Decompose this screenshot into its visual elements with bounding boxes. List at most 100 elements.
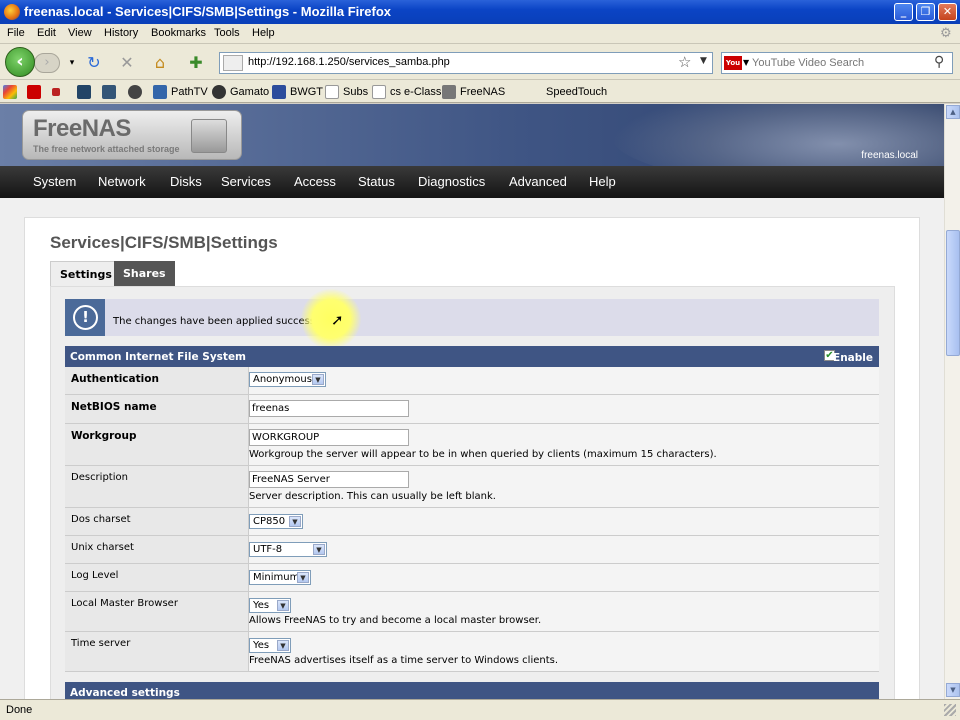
log-level-select[interactable]: Minimum ▼: [249, 570, 311, 585]
maximize-button[interactable]: ❐: [916, 3, 935, 21]
menu-tools[interactable]: Tools: [214, 27, 240, 39]
page-title: Services|CIFS/SMB|Settings: [50, 233, 278, 252]
search-box[interactable]: You ▼ ⚲: [721, 52, 953, 74]
forward-button[interactable]: ›: [34, 53, 60, 73]
navigation-toolbar: › ‹ ▾ ↻ ✕ ⌂ ✚ http://192.168.1.250/servi…: [0, 44, 960, 80]
row-description: Description FreeNAS Server Server descri…: [65, 466, 879, 508]
bookmark-cs-eclass[interactable]: cs e-Class: [372, 84, 441, 100]
new-tab-icon[interactable]: ✚: [186, 53, 206, 73]
main-nav: System Network Disks Services Access Sta…: [0, 166, 944, 198]
netbios-label: NetBIOS name: [65, 395, 249, 423]
page-icon: [372, 85, 386, 100]
speedtouch-icon: [536, 85, 542, 99]
close-button[interactable]: ✕: [938, 3, 957, 21]
freenas-icon: [442, 85, 456, 100]
time-server-select[interactable]: Yes ▼: [249, 638, 291, 653]
bookmark-icon-5[interactable]: [102, 84, 120, 100]
site-header: FreeNAS The free network attached storag…: [0, 104, 944, 184]
scroll-down-icon[interactable]: ▼: [946, 683, 960, 697]
authentication-select[interactable]: Anonymous ▼: [249, 372, 326, 387]
workgroup-hint: Workgroup the server will appear to be i…: [249, 449, 717, 460]
time-server-hint: FreeNAS advertises itself as a time serv…: [249, 655, 559, 666]
search-engine-dropdown-icon[interactable]: ▼: [743, 58, 749, 67]
unix-charset-value: UTF-8: [253, 544, 283, 555]
youtube-icon[interactable]: You: [724, 56, 742, 70]
info-box: ! The changes have been applied successf…: [65, 289, 879, 349]
bookmark-icon-4[interactable]: [77, 84, 95, 100]
bookmark-bwgt[interactable]: BWGT: [272, 84, 323, 100]
nav-help[interactable]: Help: [589, 174, 616, 189]
history-dropdown-icon[interactable]: ▾: [62, 53, 82, 73]
back-button[interactable]: ‹: [5, 47, 35, 77]
throbber-icon: ⚙: [940, 25, 952, 40]
description-input[interactable]: FreeNAS Server: [249, 471, 409, 488]
nav-network[interactable]: Network: [98, 174, 146, 189]
freenas-logo[interactable]: FreeNAS The free network attached storag…: [22, 110, 242, 160]
dos-charset-label: Dos charset: [65, 508, 249, 535]
search-icon[interactable]: ⚲: [934, 54, 944, 70]
bookmark-star-icon[interactable]: ☆: [678, 53, 691, 71]
nav-diagnostics[interactable]: Diagnostics: [418, 174, 485, 189]
local-master-select[interactable]: Yes ▼: [249, 598, 291, 613]
search-input[interactable]: [752, 55, 932, 71]
menu-edit[interactable]: Edit: [37, 27, 56, 39]
menu-help[interactable]: Help: [252, 27, 275, 39]
nav-access[interactable]: Access: [294, 174, 336, 189]
resize-grip-icon[interactable]: [944, 704, 956, 716]
row-workgroup: Workgroup WORKGROUP Workgroup the server…: [65, 424, 879, 466]
server-icon: [191, 119, 227, 153]
row-authentication: Authentication Anonymous ▼: [65, 367, 879, 395]
menu-file[interactable]: File: [7, 27, 25, 39]
menu-bar: File Edit View History Bookmarks Tools H…: [0, 24, 960, 44]
site-icon: [223, 55, 243, 71]
bookmark-speedtouch[interactable]: SpeedTouch: [536, 84, 607, 100]
tab-shares[interactable]: Shares: [114, 261, 175, 286]
scrollbar-thumb[interactable]: [946, 230, 960, 356]
nav-disks[interactable]: Disks: [170, 174, 202, 189]
tab-settings[interactable]: Settings: [50, 261, 122, 286]
bookmark-pathtv[interactable]: PathTV: [153, 84, 208, 100]
nav-status[interactable]: Status: [358, 174, 395, 189]
info-icon: !: [65, 299, 105, 336]
bookmark-subs[interactable]: Subs: [325, 84, 368, 100]
scroll-up-icon[interactable]: ▲: [946, 105, 960, 119]
row-netbios: NetBIOS name freenas: [65, 395, 879, 424]
log-level-label: Log Level: [65, 564, 249, 591]
nav-system[interactable]: System: [33, 174, 76, 189]
address-bar[interactable]: http://192.168.1.250/services_samba.php …: [219, 52, 713, 74]
status-bar: Done: [0, 699, 960, 720]
workgroup-input[interactable]: WORKGROUP: [249, 429, 409, 446]
dos-charset-select[interactable]: CP850 ▼: [249, 514, 303, 529]
reload-icon[interactable]: ↻: [84, 53, 104, 73]
firefox-icon: [4, 4, 20, 20]
minimize-button[interactable]: _: [894, 3, 913, 21]
menu-history[interactable]: History: [104, 27, 138, 39]
section-title: Common Internet File System: [70, 351, 247, 363]
local-master-label: Local Master Browser: [65, 592, 249, 631]
bookmark-freenas[interactable]: FreeNAS: [442, 84, 505, 100]
menu-bookmarks[interactable]: Bookmarks: [151, 27, 206, 39]
chevron-down-icon: ▼: [312, 374, 324, 385]
advanced-settings-header: Advanced settings: [65, 682, 879, 699]
row-time-server: Time server Yes ▼ FreeNAS advertises its…: [65, 632, 879, 672]
settings-form: ! The changes have been applied successf…: [50, 286, 895, 699]
local-master-hint: Allows FreeNAS to try and become a local…: [249, 615, 542, 626]
stop-icon[interactable]: ✕: [117, 53, 137, 73]
youtube-bookmark-icon[interactable]: [27, 84, 45, 100]
bookmark-icon-6[interactable]: [128, 84, 146, 100]
unix-charset-select[interactable]: UTF-8 ▼: [249, 542, 327, 557]
menu-view[interactable]: View: [68, 27, 92, 39]
netbios-input[interactable]: freenas: [249, 400, 409, 417]
nav-services[interactable]: Services: [221, 174, 271, 189]
gamato-icon: [212, 85, 226, 100]
bookmark-gamato[interactable]: Gamato: [212, 84, 269, 100]
home-icon[interactable]: ⌂: [150, 53, 170, 73]
authentication-value: Anonymous: [253, 374, 312, 385]
bookmark-icon-3[interactable]: [52, 84, 64, 100]
vertical-scrollbar[interactable]: ▲ ▼: [944, 104, 960, 699]
url-dropdown-icon[interactable]: ▼: [700, 56, 707, 66]
google-bookmark-icon[interactable]: [3, 84, 21, 100]
unix-charset-label: Unix charset: [65, 536, 249, 563]
nav-advanced[interactable]: Advanced: [509, 174, 567, 189]
row-log-level: Log Level Minimum ▼: [65, 564, 879, 592]
